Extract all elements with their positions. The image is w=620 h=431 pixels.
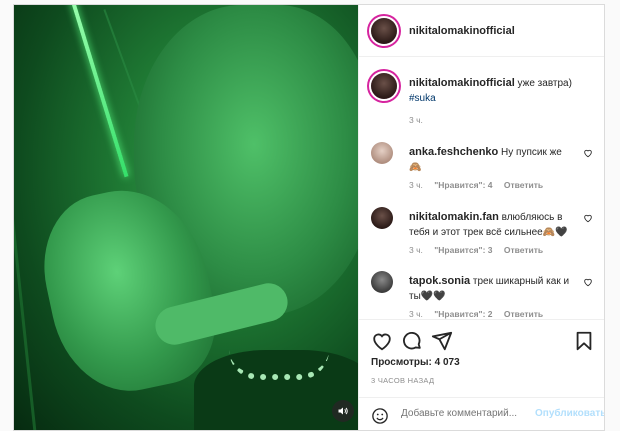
- like-comment-icon[interactable]: [583, 213, 593, 223]
- post-card: nikitalomakinofficial nikitalomakinoffic…: [13, 4, 605, 431]
- comment-time: 3 ч.: [409, 180, 423, 190]
- caption-body: nikitalomakinofficial уже завтра) #suka: [409, 76, 577, 106]
- comment-likes[interactable]: "Нравится": 4: [434, 180, 492, 190]
- comment-reply-button[interactable]: Ответить: [504, 309, 543, 319]
- save-icon[interactable]: [573, 330, 595, 352]
- video-subject-chain: [229, 350, 329, 380]
- comment-icon[interactable]: [401, 330, 423, 352]
- comment-avatar[interactable]: [371, 271, 393, 293]
- like-icon[interactable]: [371, 330, 393, 352]
- author-username[interactable]: nikitalomakinofficial: [409, 25, 515, 37]
- comment-likes[interactable]: "Нравится": 3: [434, 245, 492, 255]
- comment-reply-button[interactable]: Ответить: [504, 180, 543, 190]
- publish-button[interactable]: Опубликовать: [535, 408, 604, 419]
- comment-avatar[interactable]: [371, 207, 393, 229]
- comment-meta: 3 ч. "Нравится": 2 Ответить: [409, 309, 552, 319]
- like-comment-icon[interactable]: [583, 277, 593, 287]
- views-count[interactable]: Просмотры: 4 073: [371, 357, 460, 368]
- caption-avatar[interactable]: [371, 73, 397, 99]
- post-header: nikitalomakinofficial: [359, 5, 604, 57]
- caption-text: уже завтра): [517, 78, 572, 89]
- add-comment-row: Опубликовать: [359, 397, 604, 430]
- comment-time: 3 ч.: [409, 245, 423, 255]
- comment-username[interactable]: anka.feshchenko: [409, 146, 498, 158]
- caption-hashtag[interactable]: #suka: [409, 93, 436, 104]
- emoji-icon[interactable]: [371, 407, 389, 425]
- comment-username[interactable]: nikitalomakin.fan: [409, 211, 499, 223]
- caption-username[interactable]: nikitalomakinofficial: [409, 77, 515, 89]
- author-avatar[interactable]: [371, 17, 397, 44]
- comment-body: anka.feshchenko Ну пупсик же 🙈: [409, 145, 577, 175]
- comment-username[interactable]: tapok.sonia: [409, 275, 470, 287]
- comment-body: tapok.sonia трек шикарный как и ты🖤🖤: [409, 274, 577, 304]
- post-timestamp: 3 ЧАСОВ НАЗАД: [371, 376, 435, 385]
- light-beam: [14, 125, 38, 430]
- light-beam: [69, 5, 129, 178]
- caption-meta: 3 ч.: [409, 115, 432, 125]
- like-comment-icon[interactable]: [583, 148, 593, 158]
- comment-meta: 3 ч. "Нравится": 4 Ответить: [409, 180, 552, 190]
- post-video[interactable]: [14, 5, 358, 430]
- comment-likes[interactable]: "Нравится": 2: [434, 309, 492, 319]
- sound-icon: [338, 407, 348, 415]
- add-comment-input[interactable]: [401, 408, 531, 419]
- comment-body: nikitalomakin.fan влюбляюсь в тебя и это…: [409, 210, 577, 240]
- comment-meta: 3 ч. "Нравится": 3 Ответить: [409, 245, 552, 255]
- comment-avatar[interactable]: [371, 142, 393, 164]
- post-sidebar: nikitalomakinofficial nikitalomakinoffic…: [358, 5, 604, 430]
- action-bar: Просмотры: 4 073 3 ЧАСОВ НАЗАД: [359, 319, 604, 405]
- sound-toggle-button[interactable]: [332, 400, 354, 422]
- caption-time: 3 ч.: [409, 115, 423, 125]
- comments-list: nikitalomakinofficial уже завтра) #suka …: [359, 57, 604, 319]
- share-icon[interactable]: [431, 330, 453, 352]
- comment-reply-button[interactable]: Ответить: [504, 245, 543, 255]
- comment-time: 3 ч.: [409, 309, 423, 319]
